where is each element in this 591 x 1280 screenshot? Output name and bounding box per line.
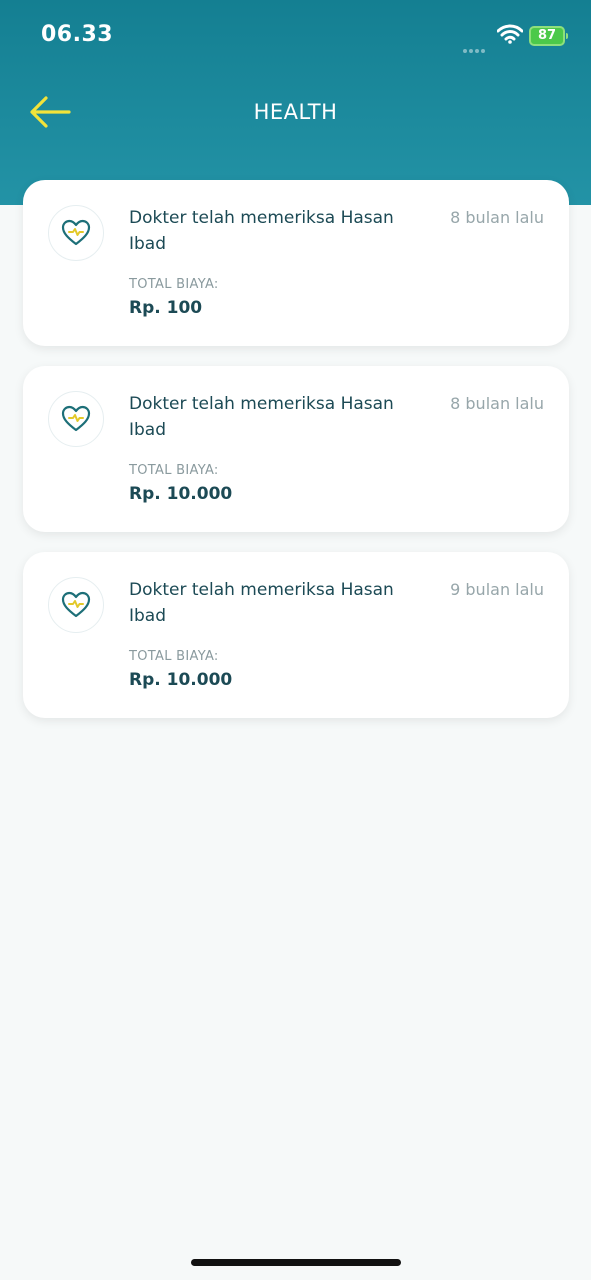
record-icon-container [48, 391, 104, 447]
total-cost-label: TOTAL BIAYA: [129, 649, 219, 664]
heart-pulse-icon [61, 405, 91, 432]
record-time-ago: 9 bulan lalu [450, 580, 544, 599]
record-title: Dokter telah memeriksa Hasan Ibad [129, 580, 394, 626]
health-record-card[interactable]: Dokter telah memeriksa Hasan Ibad 8 bula… [23, 366, 569, 532]
record-title: Dokter telah memeriksa Hasan Ibad [129, 208, 394, 254]
heart-pulse-icon [61, 219, 91, 246]
battery-level: 87 [537, 28, 557, 43]
record-icon-container [48, 577, 104, 633]
status-bar: 06.33 87 [0, 0, 591, 70]
record-time-ago: 8 bulan lalu [450, 394, 544, 413]
total-cost-value: Rp. 10.000 [129, 670, 233, 690]
record-icon-container [48, 205, 104, 261]
record-time-ago: 8 bulan lalu [450, 208, 544, 227]
battery-icon: 87 [529, 26, 568, 46]
record-title: Dokter telah memeriksa Hasan Ibad [129, 394, 394, 440]
total-cost-value: Rp. 100 [129, 298, 203, 318]
total-cost-value: Rp. 10.000 [129, 484, 233, 504]
health-record-card[interactable]: Dokter telah memeriksa Hasan Ibad 8 bula… [23, 180, 569, 346]
wifi-icon [496, 24, 524, 48]
total-cost-label: TOTAL BIAYA: [129, 277, 219, 292]
health-screen: 06.33 87 HEALTH Dokter telah memeriksa H… [0, 0, 591, 1280]
page-title: HEALTH [253, 100, 338, 124]
cellular-signal-icon [463, 38, 487, 57]
health-record-card[interactable]: Dokter telah memeriksa Hasan Ibad 9 bula… [23, 552, 569, 718]
status-time: 06.33 [41, 22, 114, 47]
home-indicator[interactable] [191, 1259, 401, 1266]
heart-pulse-icon [61, 591, 91, 618]
total-cost-label: TOTAL BIAYA: [129, 463, 219, 478]
